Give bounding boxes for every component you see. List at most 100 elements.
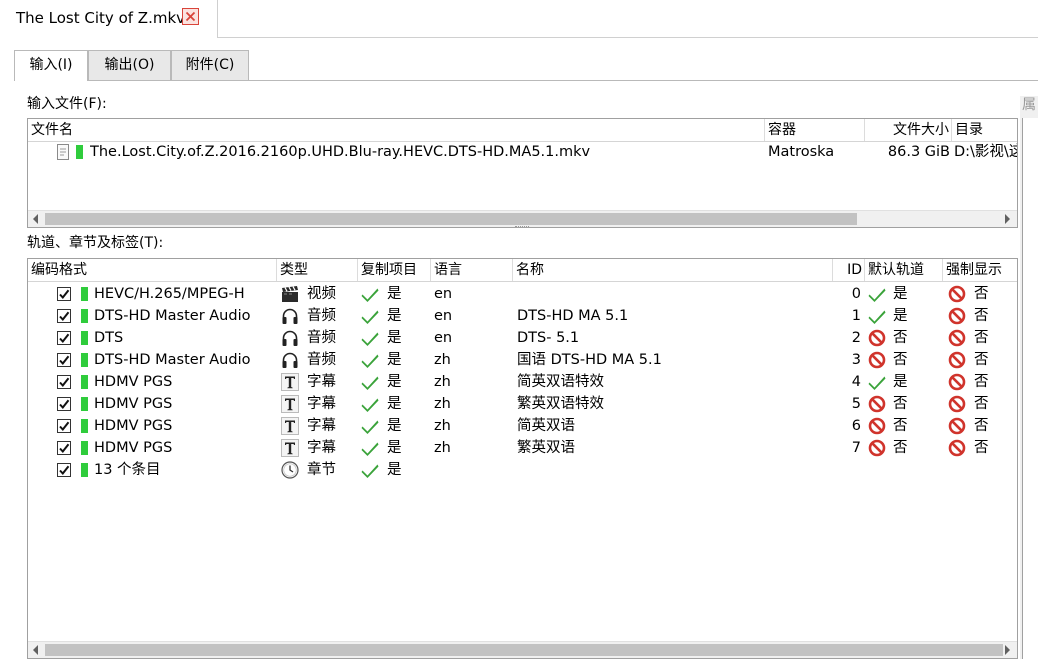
properties-frame[interactable]: [1022, 118, 1038, 659]
scroll-left-icon[interactable]: [33, 214, 38, 224]
track-language: zh: [434, 352, 451, 368]
track-type: 音频: [307, 330, 336, 346]
table-row[interactable]: DTS-HD Master Audio 音频 是 zh 国语 DTS-HD MA 5.1…: [28, 349, 1017, 371]
scroll-thumb[interactable]: [45, 644, 1003, 656]
table-row[interactable]: HDMV PGS 字幕 是 zh 繁英双语特效 5 否 否: [28, 393, 1017, 415]
tracks-hscroll[interactable]: [28, 641, 1017, 658]
track-type: 字幕: [307, 374, 336, 390]
scroll-right-icon[interactable]: [1005, 645, 1010, 655]
track-status-bar: [81, 419, 88, 433]
col-default[interactable]: 默认轨道: [865, 259, 943, 281]
track-enable-checkbox[interactable]: [57, 397, 71, 411]
table-row[interactable]: 13 个条目 章节 是: [28, 459, 1017, 481]
track-enable-checkbox[interactable]: [57, 353, 71, 367]
track-copy: 是: [387, 374, 402, 390]
track-name: DTS-HD MA 5.1: [517, 308, 629, 324]
track-codec: 13 个条目: [94, 462, 161, 478]
col-container[interactable]: 容器: [765, 119, 865, 141]
col-forced[interactable]: 强制显示: [943, 259, 1017, 281]
track-status-bar: [81, 287, 88, 301]
table-row[interactable]: HDMV PGS 字幕 是 zh 繁英双语 7 否 否: [28, 437, 1017, 459]
track-type: 音频: [307, 352, 336, 368]
track-copy: 是: [387, 352, 402, 368]
headphones-icon: [281, 351, 299, 369]
tab-attachments-label: 附件(C): [185, 57, 235, 73]
col-filesize[interactable]: 文件大小: [865, 119, 952, 141]
check-icon: [868, 285, 886, 303]
no-icon: [868, 351, 886, 369]
track-enable-checkbox[interactable]: [57, 441, 71, 455]
track-id: 2: [851, 330, 861, 346]
track-id: 7: [851, 440, 861, 456]
col-filename[interactable]: 文件名: [28, 119, 765, 141]
track-codec: DTS: [94, 330, 124, 346]
track-name: 国语 DTS-HD MA 5.1: [517, 352, 662, 368]
tab-output[interactable]: 输出(O): [88, 50, 171, 80]
table-row[interactable]: HEVC/H.265/MPEG-H 视频 是 en 0 是 否: [28, 283, 1017, 305]
scroll-thumb[interactable]: [45, 213, 857, 225]
tracks-list[interactable]: 编码格式 类型 复制项目 语言 名称 ID 默认轨道 强制显示 HEVC/H.2…: [27, 258, 1018, 659]
track-forced: 否: [974, 418, 989, 434]
track-name: DTS- 5.1: [517, 330, 580, 346]
track-enable-checkbox[interactable]: [57, 375, 71, 389]
table-row[interactable]: HDMV PGS 字幕 是 zh 简英双语 6 否 否: [28, 415, 1017, 437]
scroll-right-icon[interactable]: [1005, 214, 1010, 224]
track-status-bar: [81, 463, 88, 477]
track-enable-checkbox[interactable]: [57, 287, 71, 301]
col-id[interactable]: ID: [833, 259, 865, 281]
col-language[interactable]: 语言: [431, 259, 513, 281]
track-name: 繁英双语: [517, 440, 575, 456]
check-icon: [868, 373, 886, 391]
track-copy: 是: [387, 462, 402, 478]
tab-attachments[interactable]: 附件(C): [171, 50, 249, 80]
track-enable-checkbox[interactable]: [57, 419, 71, 433]
table-row[interactable]: DTS 音频 是 en DTS- 5.1 2 否 否: [28, 327, 1017, 349]
track-language: zh: [434, 396, 451, 412]
track-forced: 否: [974, 352, 989, 368]
file-directory: D:\影视\这: [954, 144, 1018, 160]
col-name[interactable]: 名称: [513, 259, 833, 281]
track-enable-checkbox[interactable]: [57, 331, 71, 345]
track-type: 字幕: [307, 396, 336, 412]
col-copy[interactable]: 复制项目: [358, 259, 431, 281]
file-status-bar: [76, 145, 83, 159]
track-language: en: [434, 330, 453, 346]
track-enable-checkbox[interactable]: [57, 309, 71, 323]
no-icon: [948, 395, 966, 413]
track-language: en: [434, 286, 453, 302]
tab-input[interactable]: 输入(I): [14, 50, 88, 81]
scroll-left-icon[interactable]: [33, 645, 38, 655]
splitter-handle[interactable]: [515, 226, 529, 229]
track-default: 是: [893, 374, 908, 390]
tab-input-label: 输入(I): [29, 57, 73, 73]
track-copy: 是: [387, 308, 402, 324]
track-forced: 否: [974, 374, 989, 390]
file-icon: [57, 144, 69, 160]
track-default: 否: [893, 396, 908, 412]
headphones-icon: [281, 307, 299, 325]
track-default: 否: [893, 418, 908, 434]
track-enable-checkbox[interactable]: [57, 463, 71, 477]
track-copy: 是: [387, 418, 402, 434]
col-directory[interactable]: 目录: [952, 119, 1017, 141]
tab-strip-divider: [218, 37, 1038, 38]
track-codec: HDMV PGS: [94, 374, 173, 390]
no-icon: [868, 417, 886, 435]
track-id: 0: [851, 286, 861, 302]
check-icon: [361, 373, 379, 391]
track-copy: 是: [387, 440, 402, 456]
input-files-hscroll[interactable]: [28, 210, 1017, 227]
track-default: 否: [893, 330, 908, 346]
col-codec[interactable]: 编码格式: [28, 259, 277, 281]
close-tab-icon[interactable]: [182, 8, 199, 25]
table-row[interactable]: DTS-HD Master Audio 音频 是 en DTS-HD MA 5.1 1 是 否: [28, 305, 1017, 327]
track-status-bar: [81, 331, 88, 345]
input-files-list[interactable]: 文件名 容器 文件大小 目录 The.Lost.City.of.Z.2016.2…: [27, 118, 1018, 228]
col-type[interactable]: 类型: [277, 259, 358, 281]
file-container: Matroska: [768, 144, 835, 160]
table-row[interactable]: HDMV PGS 字幕 是 zh 简英双语特效 4 是 否: [28, 371, 1017, 393]
check-icon: [868, 307, 886, 325]
no-icon: [948, 307, 966, 325]
document-tab[interactable]: The Lost City of Z.mkv: [0, 0, 218, 38]
check-icon: [361, 395, 379, 413]
